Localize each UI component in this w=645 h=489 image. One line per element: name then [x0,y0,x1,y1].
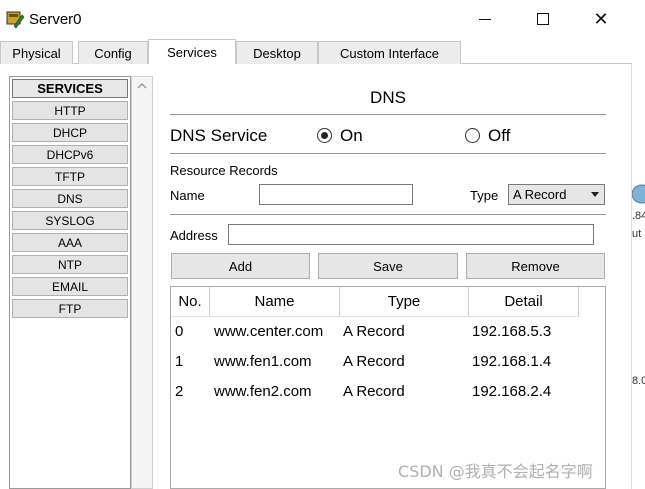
column-header-type[interactable]: Type [340,287,469,317]
column-header-no[interactable]: No. [171,287,210,317]
dns-off-label: Off [488,126,511,145]
maximize-button[interactable] [520,4,566,34]
resource-records-label: Resource Records [170,163,278,178]
tab-desktop[interactable]: Desktop [236,41,318,64]
service-item-syslog[interactable]: SYSLOG [12,211,128,230]
service-item-dns[interactable]: DNS [12,189,128,208]
services-list: SERVICES HTTP DHCP DHCPv6 TFTP DNS SYSLO… [9,76,131,489]
column-header-detail[interactable]: Detail [469,287,579,317]
cell-name: www.fen1.com [214,353,312,370]
dns-on-radio[interactable] [317,128,332,143]
cell-no: 1 [175,353,184,370]
divider [170,214,606,215]
title-bar: Server0 ✕ [0,0,632,40]
maximize-icon [537,13,549,25]
cell-detail: 192.168.5.3 [472,323,552,340]
cell-type: A Record [343,383,405,400]
service-item-aaa[interactable]: AAA [12,233,128,252]
service-item-tftp[interactable]: TFTP [12,167,128,186]
divider [170,153,606,154]
service-item-email[interactable]: EMAIL [12,277,128,296]
cell-type: A Record [343,323,405,340]
tab-custom-interface[interactable]: Custom Interface [318,41,461,64]
name-input[interactable] [259,184,413,205]
dns-off-radio[interactable] [465,128,480,143]
cell-name: www.center.com [214,323,324,340]
service-item-dhcpv6[interactable]: DHCPv6 [12,145,128,164]
chevron-down-icon [591,192,599,197]
service-item-ftp[interactable]: FTP [12,299,128,318]
type-select-value: A Record [513,187,567,202]
service-item-dhcp[interactable]: DHCP [12,123,128,142]
tab-bar: Physical Config Services Desktop Custom … [0,39,632,65]
cell-detail: 192.168.2.4 [472,383,552,400]
dns-on-label: On [340,126,363,145]
service-item-ntp[interactable]: NTP [12,255,128,274]
save-button[interactable]: Save [318,253,458,279]
close-icon: ✕ [593,8,609,29]
services-scrollbar[interactable] [131,76,153,489]
background-window-edge: .84 ut 8.0 [632,0,645,489]
services-header: SERVICES [12,79,128,98]
window-title: Server0 [29,11,82,28]
remove-button[interactable]: Remove [466,253,605,279]
network-device-icon [632,184,645,204]
address-label: Address [170,228,218,243]
type-select[interactable]: A Record [508,184,605,205]
column-header-name[interactable]: Name [210,287,340,317]
watermark: CSDN @我真不会起名字啊 [398,462,593,481]
cell-no: 2 [175,383,184,400]
close-button[interactable]: ✕ [578,4,624,34]
cell-type: A Record [343,353,405,370]
add-button[interactable]: Add [171,253,310,279]
dns-service-label: DNS Service [170,126,268,145]
edge-text: 8.0 [632,375,645,387]
dns-title: DNS [370,88,406,107]
tab-services[interactable]: Services [148,39,236,65]
address-input[interactable] [228,224,594,245]
service-item-http[interactable]: HTTP [12,101,128,120]
divider [170,114,606,115]
cell-no: 0 [175,323,184,340]
cell-detail: 192.168.1.4 [472,353,552,370]
server-app-icon [6,11,25,29]
edge-text: .84 [632,210,645,222]
scroll-up-icon[interactable] [137,81,147,91]
tab-config[interactable]: Config [78,41,148,64]
minimize-icon [479,18,491,20]
minimize-button[interactable] [462,4,508,34]
edge-text: ut [632,228,642,240]
name-label: Name [170,188,205,203]
tab-physical[interactable]: Physical [0,41,73,64]
type-label: Type [470,188,499,203]
cell-name: www.fen2.com [214,383,312,400]
